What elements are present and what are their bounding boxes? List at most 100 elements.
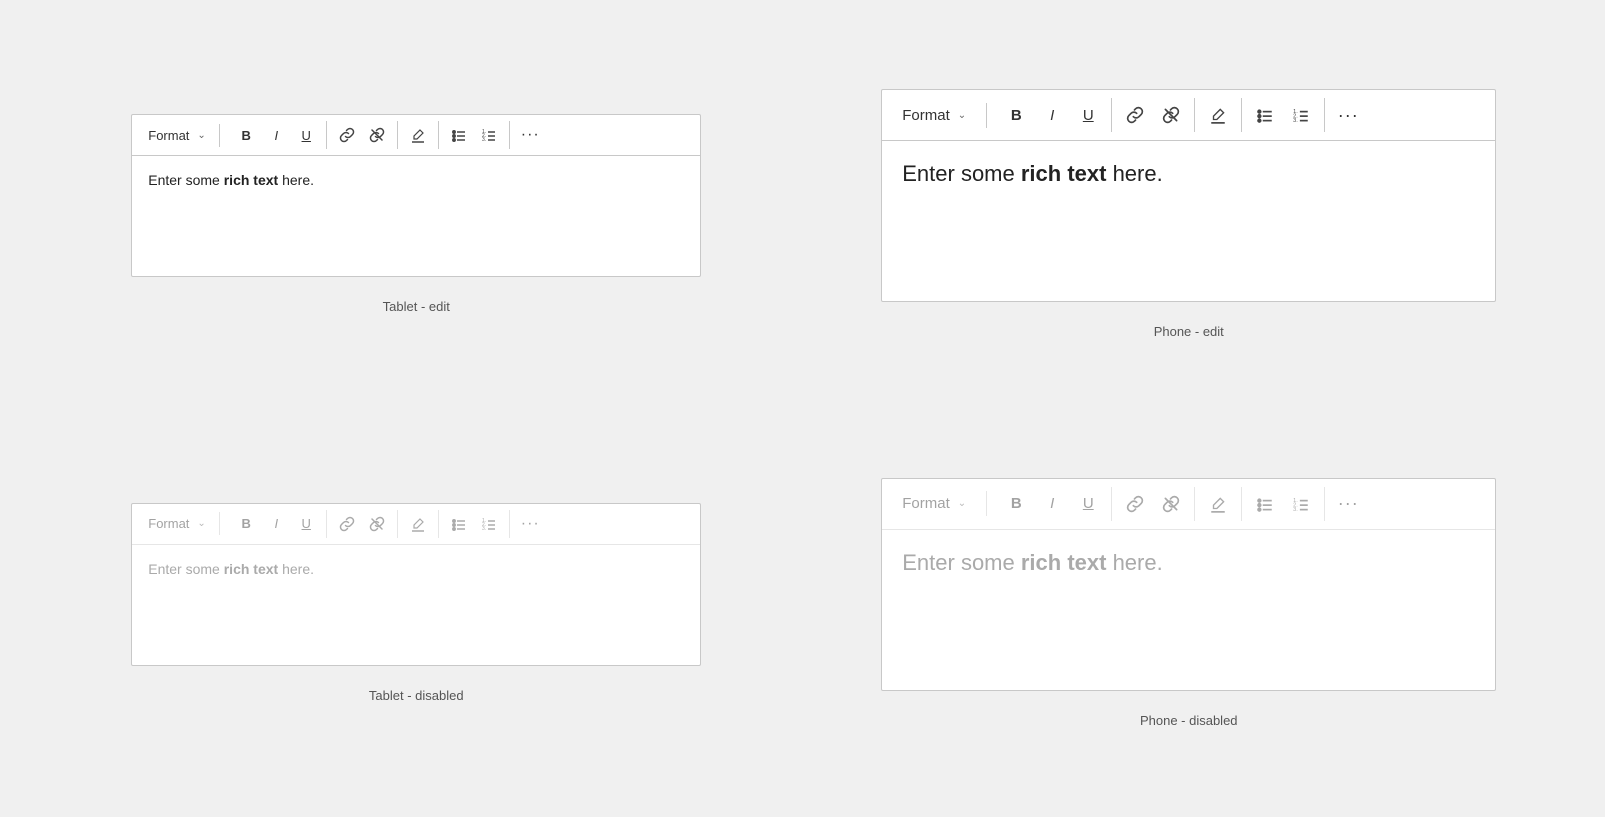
format-label-phone-edit: Format [902,107,950,124]
numbered-list-button-phone-edit[interactable]: 1. 2. 3. [1284,98,1318,132]
underline-button-tablet-edit[interactable]: U [292,121,320,149]
bullet-list-button-phone-edit[interactable] [1248,98,1282,132]
caption-tablet-edit: Tablet - edit [383,299,450,314]
format-label-tablet-disabled: Format [148,516,189,531]
content-plain-1-tablet-disabled: Enter some [148,561,223,577]
numbered-list-button-tablet-disabled: 1. 2. 3. [475,510,503,538]
more-button-tablet-disabled: ··· [516,510,544,538]
numbered-list-button-phone-disabled: 1. 2. 3. [1284,487,1318,521]
svg-text:3.: 3. [482,137,486,143]
content-bold-phone-edit: rich text [1021,161,1107,186]
editor-content-phone-disabled: Enter some rich text here. [882,530,1495,690]
toolbar-group-list-phone-disabled: 1. 2. 3. [1242,487,1325,521]
format-dropdown-phone-edit[interactable]: Format ⌄ [892,103,987,128]
highlight-icon-phone-disabled [1209,495,1227,513]
toolbar-tablet-edit: Format ⌄ B I U [132,115,700,156]
link-icon-phone-edit [1126,106,1144,124]
bullet-list-icon-tablet-edit [451,127,467,143]
editor-phone-disabled: Format ⌄ B I U [881,478,1496,691]
numbered-list-icon-phone-disabled: 1. 2. 3. [1292,495,1310,513]
underline-button-phone-disabled: U [1071,487,1105,521]
bold-button-phone-disabled: B [999,487,1033,521]
format-dropdown-tablet-edit[interactable]: Format ⌄ [140,124,220,147]
bullet-list-icon-phone-disabled [1256,495,1274,513]
toolbar-group-more-phone-edit: ··· [1325,98,1371,132]
link-icon-tablet-disabled [339,516,355,532]
bullet-list-button-tablet-edit[interactable] [445,121,473,149]
content-bold-phone-disabled: rich text [1021,550,1107,575]
link-button-phone-disabled [1118,487,1152,521]
content-bold-tablet-disabled: rich text [224,561,278,577]
toolbar-group-format-phone-edit: B I U [993,98,1112,132]
main-container: Format ⌄ B I U [0,0,1605,817]
toolbar-group-link-phone-edit [1112,98,1195,132]
format-label-phone-disabled: Format [902,495,950,512]
content-after-phone-edit: here. [1106,161,1162,186]
italic-button-phone-edit[interactable]: I [1035,98,1069,132]
highlight-button-tablet-disabled [404,510,432,538]
highlight-icon-tablet-edit [410,127,426,143]
format-dropdown-phone-disabled: Format ⌄ [892,491,987,516]
link-button-tablet-edit[interactable] [333,121,361,149]
editor-content-tablet-edit[interactable]: Enter some rich text here. [132,156,700,276]
editor-phone-edit: Format ⌄ B I U [881,89,1496,302]
unlink-button-phone-edit[interactable] [1154,98,1188,132]
content-after-tablet-edit: here. [278,172,314,188]
caption-phone-edit: Phone - edit [1154,324,1224,339]
toolbar-group-more-phone-disabled: ··· [1325,487,1371,521]
content-after-phone-disabled: here. [1106,550,1162,575]
caption-phone-disabled: Phone - disabled [1140,713,1238,728]
toolbar-phone-edit: Format ⌄ B I U [882,90,1495,141]
unlink-icon-phone-disabled [1162,495,1180,513]
chevron-down-icon-tablet-edit: ⌄ [197,130,205,141]
italic-button-phone-disabled: I [1035,487,1069,521]
chevron-down-icon-tablet-disabled: ⌄ [197,518,205,529]
panel-tablet-disabled: Format ⌄ B I U [60,429,773,778]
bold-button-phone-edit[interactable]: B [999,98,1033,132]
highlight-icon-tablet-disabled [410,516,426,532]
underline-button-phone-edit[interactable]: U [1071,98,1105,132]
highlight-button-phone-edit[interactable] [1201,98,1235,132]
panel-phone-edit: Format ⌄ B I U [833,40,1546,389]
link-button-phone-edit[interactable] [1118,98,1152,132]
content-after-tablet-disabled: here. [278,561,314,577]
italic-button-tablet-edit[interactable]: I [262,121,290,149]
format-dropdown-tablet-disabled: Format ⌄ [140,512,220,535]
toolbar-group-highlight-tablet-edit [398,121,439,149]
unlink-button-phone-disabled [1154,487,1188,521]
bullet-list-icon-phone-edit [1256,106,1274,124]
content-plain-1-phone-edit: Enter some [902,161,1021,186]
unlink-button-tablet-disabled [363,510,391,538]
toolbar-group-link-tablet-disabled [327,510,398,538]
editor-tablet-edit: Format ⌄ B I U [131,114,701,277]
numbered-list-button-tablet-edit[interactable]: 1. 2. 3. [475,121,503,149]
unlink-icon-phone-edit [1162,106,1180,124]
content-bold-tablet-edit: rich text [224,172,278,188]
more-button-tablet-edit[interactable]: ··· [516,121,544,149]
highlight-icon-phone-edit [1209,106,1227,124]
toolbar-group-more-tablet-edit: ··· [510,121,550,149]
format-label-tablet-edit: Format [148,128,189,143]
unlink-icon-tablet-disabled [369,516,385,532]
chevron-down-icon-phone-edit: ⌄ [958,110,966,121]
bold-button-tablet-disabled: B [232,510,260,538]
toolbar-group-format-tablet-disabled: B I U [226,510,327,538]
content-plain-1-tablet-edit: Enter some [148,172,223,188]
chevron-down-icon-phone-disabled: ⌄ [958,498,966,509]
link-button-tablet-disabled [333,510,361,538]
highlight-button-tablet-edit[interactable] [404,121,432,149]
highlight-button-phone-disabled [1201,487,1235,521]
unlink-button-tablet-edit[interactable] [363,121,391,149]
editor-content-phone-edit[interactable]: Enter some rich text here. [882,141,1495,301]
toolbar-group-list-tablet-disabled: 1. 2. 3. [439,510,510,538]
unlink-icon-tablet-edit [369,127,385,143]
bold-button-tablet-edit[interactable]: B [232,121,260,149]
toolbar-group-list-phone-edit: 1. 2. 3. [1242,98,1325,132]
more-button-phone-edit[interactable]: ··· [1331,98,1365,132]
svg-text:3.: 3. [1293,118,1298,124]
toolbar-tablet-disabled: Format ⌄ B I U [132,504,700,545]
svg-text:3.: 3. [1293,507,1298,513]
bullet-list-button-phone-disabled [1248,487,1282,521]
link-icon-phone-disabled [1126,495,1144,513]
content-plain-1-phone-disabled: Enter some [902,550,1021,575]
